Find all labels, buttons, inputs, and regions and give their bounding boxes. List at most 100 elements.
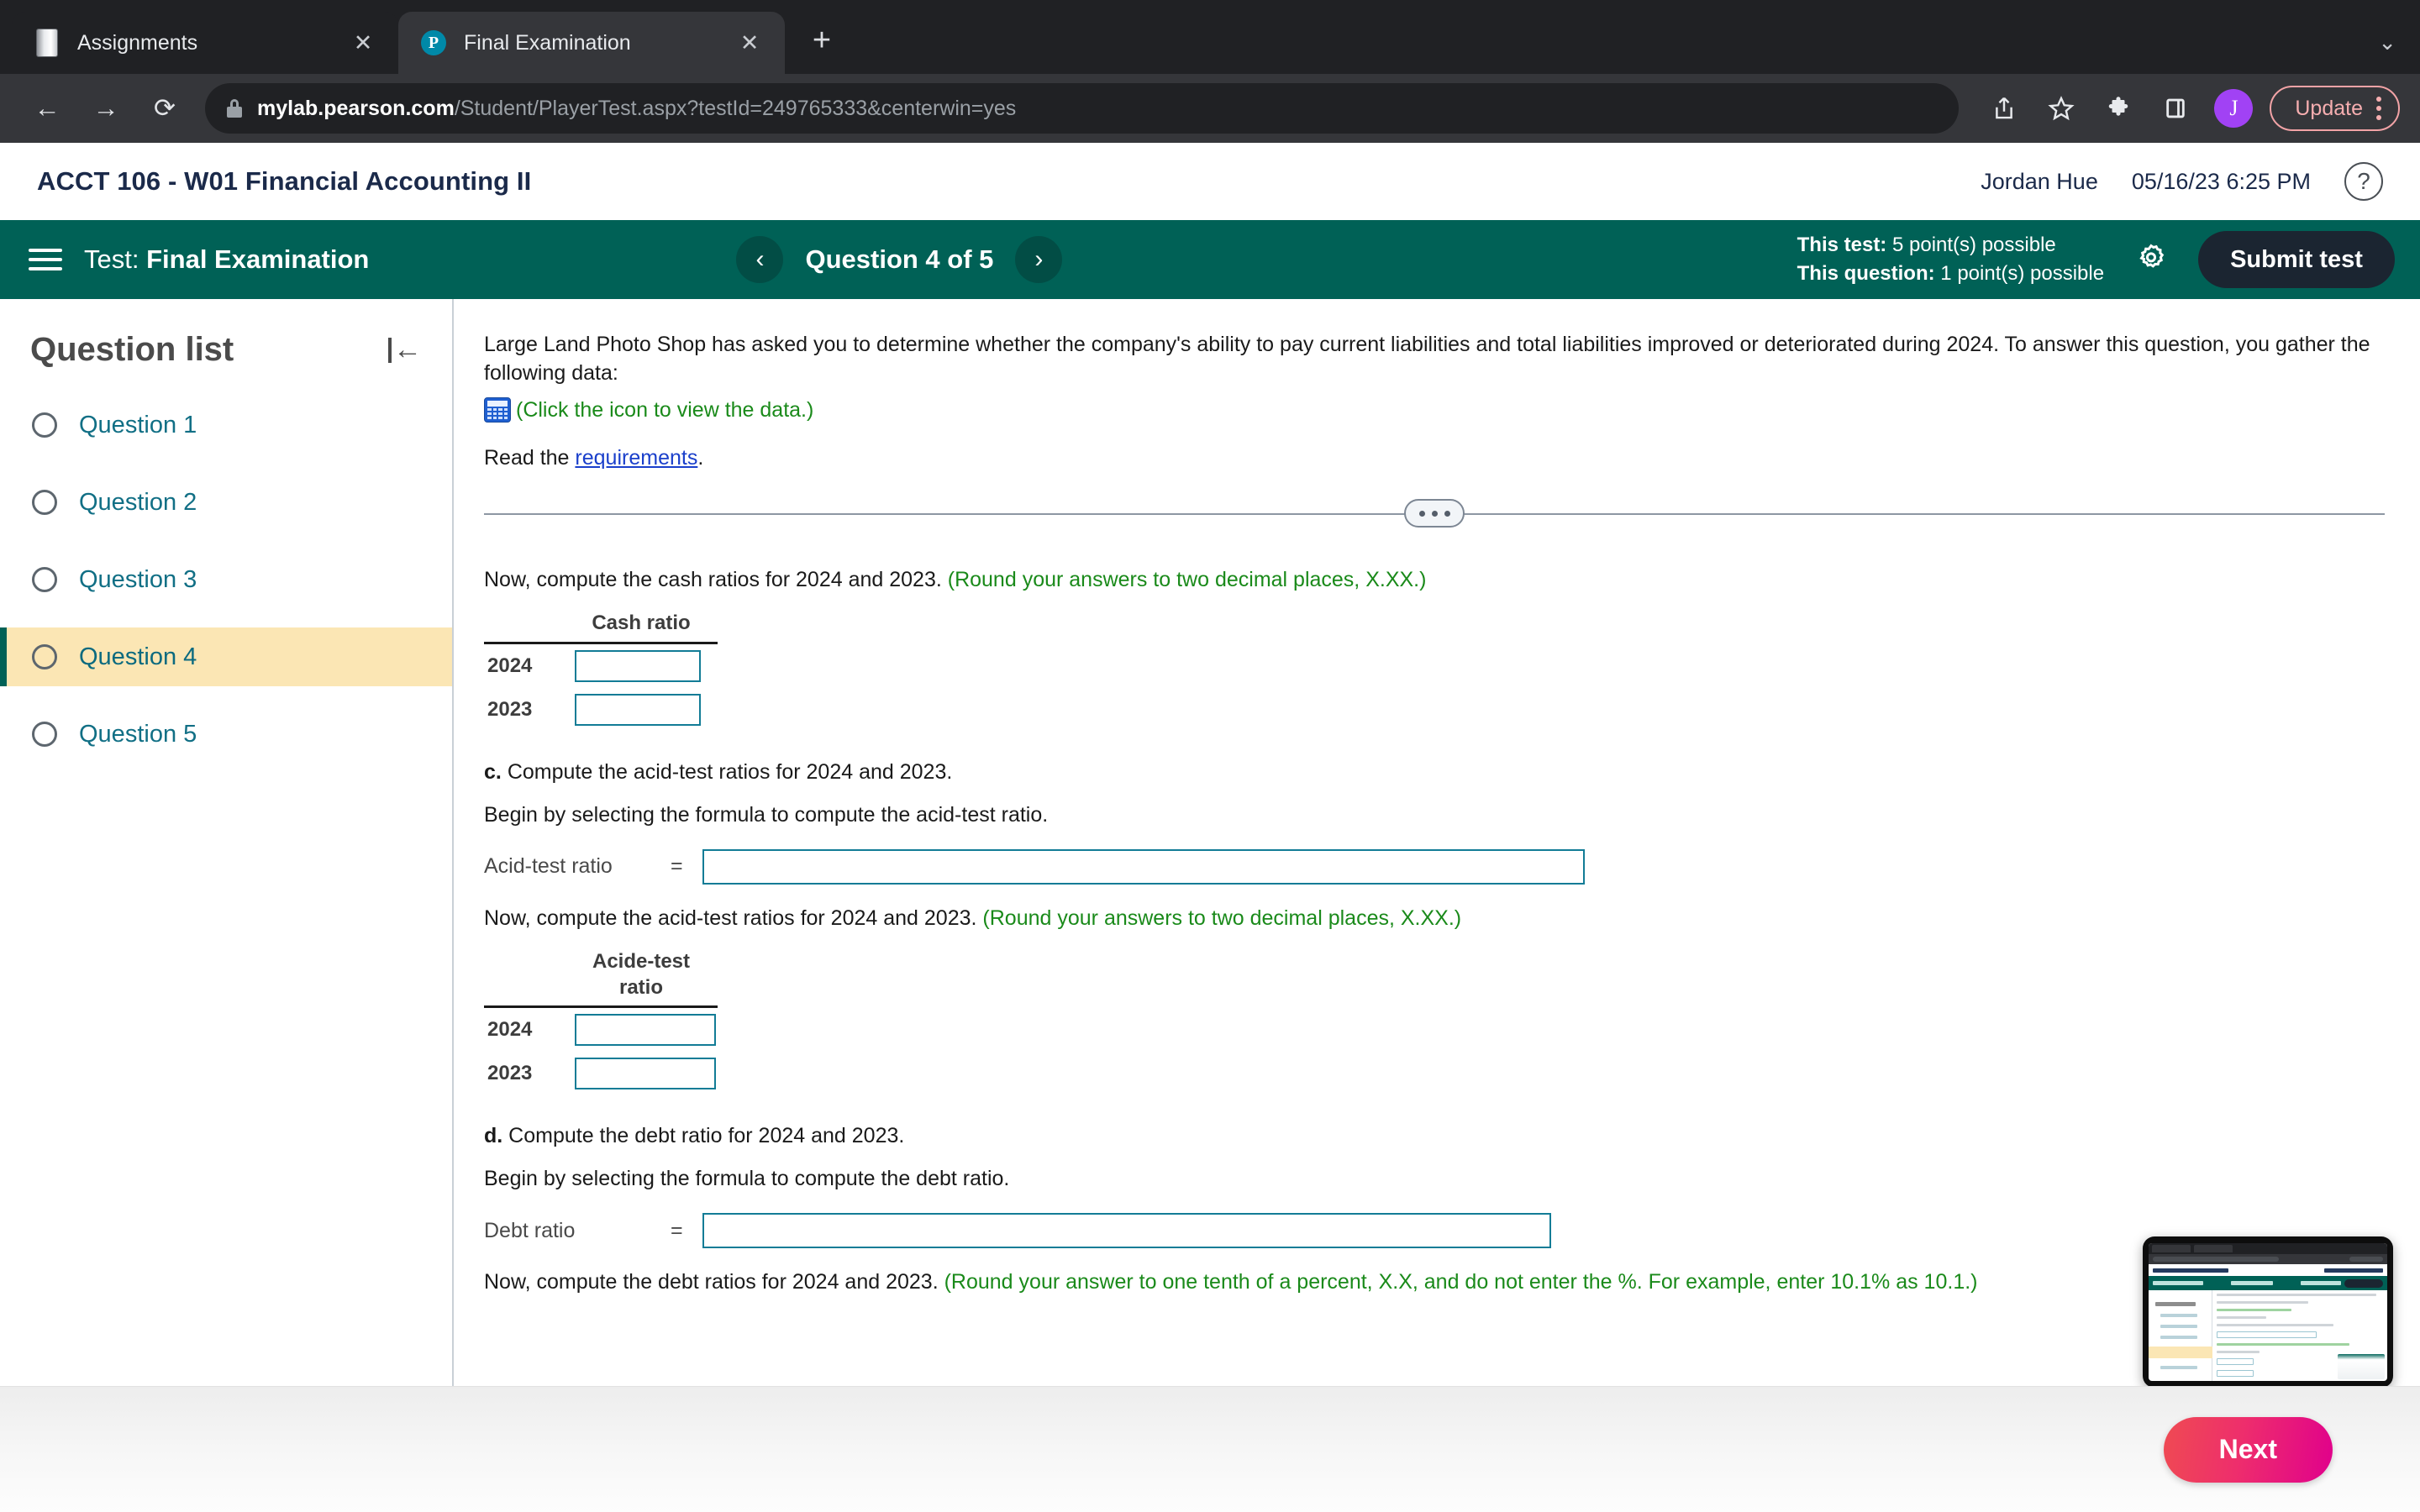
acid-test-2023-input[interactable]	[575, 1058, 716, 1090]
acid-test-column-header-line1: Acide-test	[592, 949, 691, 973]
bookmark-star-icon[interactable]	[2036, 83, 2086, 134]
reload-icon[interactable]: ⟳	[138, 81, 192, 135]
question-list-header: Question list ←	[0, 299, 452, 377]
question-list-panel: Question list ← Question 1 Question 2 Qu…	[0, 299, 454, 1386]
spreadsheet-data-icon[interactable]	[484, 397, 511, 423]
next-question-button[interactable]: ›	[1015, 236, 1063, 283]
part-c-letter: c.	[484, 759, 502, 784]
table-row: 2023	[484, 688, 2385, 732]
acid-test-ratio-table: Acide-test ratio 2024 2023	[484, 949, 2385, 1095]
part-d-prompt-text: Compute the debt ratio for 2024 and 2023…	[508, 1124, 905, 1148]
avatar[interactable]: J	[2214, 89, 2254, 128]
sidebar-item-question-3[interactable]: Question 3	[0, 550, 452, 609]
sidebar-item-question-2[interactable]: Question 2	[0, 473, 452, 532]
browser-tab-final-examination[interactable]: P Final Examination ✕	[398, 12, 785, 74]
acid-test-formula-input[interactable]	[702, 848, 1585, 885]
question-status-radio-icon	[32, 412, 57, 438]
debt-ratio-formula-input[interactable]	[702, 1213, 1551, 1249]
tab-title: Final Examination	[464, 30, 631, 55]
test-name: Final Examination	[146, 244, 370, 274]
requirements-link[interactable]: requirements	[575, 446, 697, 470]
cash-ratio-rounding-note: (Round your answers to two decimal place…	[947, 568, 1427, 592]
preview-app-header	[2149, 1264, 2387, 1276]
acid-test-column-header-line2: ratio	[618, 975, 663, 999]
acid-test-formula-row: Acid-test ratio =	[484, 848, 2385, 885]
acid-test-rounding-note: (Round your answers to two decimal place…	[982, 906, 1462, 930]
cash-ratio-block: Now, compute the cash ratios for 2024 an…	[484, 568, 2385, 732]
question-counter: Question 4 of 5	[805, 244, 994, 274]
sidebar-item-question-1[interactable]: Question 1	[0, 396, 452, 454]
sidebar-item-label: Question 2	[79, 488, 197, 516]
acid-test-2024-input[interactable]	[575, 1014, 716, 1047]
update-button[interactable]: Update	[2270, 86, 2400, 131]
sidebar-item-question-5[interactable]: Question 5	[0, 705, 452, 764]
page-footer: Next	[0, 1386, 2420, 1512]
debt-ratio-rounding-note: (Round your answer to one tenth of a per…	[944, 1270, 1978, 1294]
submit-test-button[interactable]: Submit test	[2198, 231, 2395, 288]
course-title: ACCT 106 - W01 Financial Accounting II	[37, 166, 532, 196]
url-text: mylab.pearson.com/Student/PlayerTest.asp…	[257, 97, 1016, 121]
row-year-label: 2024	[487, 654, 533, 677]
acid-test-formula-label: Acid-test ratio	[484, 854, 613, 879]
url-host: mylab.pearson.com	[257, 96, 455, 120]
cash-ratio-prompt: Now, compute the cash ratios for 2024 an…	[484, 568, 2385, 592]
address-bar[interactable]: mylab.pearson.com/Student/PlayerTest.asp…	[205, 83, 1960, 134]
equals-sign: =	[671, 1218, 683, 1242]
read-requirements-line: Read the requirements.	[484, 446, 2385, 470]
section-divider	[484, 489, 2385, 539]
row-year-label: 2024	[487, 1018, 533, 1042]
points-summary: This test: 5 point(s) possible This ques…	[1797, 231, 2104, 288]
question-points-label: This question:	[1797, 262, 1935, 285]
part-d-formula-instruction: Begin by selecting the formula to comput…	[484, 1167, 1010, 1191]
close-icon[interactable]: ✕	[346, 26, 380, 60]
cash-ratio-2024-input[interactable]	[575, 649, 701, 682]
hamburger-icon[interactable]	[29, 249, 62, 270]
view-data-line[interactable]: (Click the icon to view the data.)	[484, 396, 2385, 425]
question-intro-text: Large Land Photo Shop has asked you to d…	[484, 333, 2370, 385]
collapse-left-icon[interactable]: ←	[388, 333, 422, 366]
help-icon[interactable]: ?	[2344, 162, 2383, 201]
browser-tabstrip: Assignments ✕ P Final Examination ✕ + ⌄	[0, 0, 2420, 74]
sidebar-item-question-4[interactable]: Question 4	[0, 627, 452, 686]
part-d-block: d. Compute the debt ratio for 2024 and 2…	[484, 1124, 2385, 1294]
chevron-down-icon[interactable]: ⌄	[2378, 29, 2420, 74]
sidebar-item-label: Question 4	[79, 643, 197, 670]
table-row: 2023	[484, 1052, 2385, 1095]
close-icon[interactable]: ✕	[733, 26, 766, 60]
question-points-value: 1 point(s) possible	[1940, 262, 2105, 285]
row-year-label: 2023	[487, 697, 533, 721]
app-header-right: Jordan Hue 05/16/23 6:25 PM ?	[1981, 162, 2383, 201]
preview-thumbnail-badge	[2338, 1354, 2385, 1379]
screen-share-preview[interactable]	[2143, 1236, 2393, 1388]
preview-active-item	[2149, 1347, 2212, 1358]
browser-tab-assignments[interactable]: Assignments ✕	[12, 12, 398, 74]
cash-ratio-2023-input[interactable]	[575, 693, 701, 726]
share-icon[interactable]	[1979, 83, 2029, 134]
user-name: Jordan Hue	[1981, 168, 2098, 194]
question-content: Large Land Photo Shop has asked you to d…	[454, 299, 2420, 1386]
previous-question-button[interactable]: ‹	[736, 236, 784, 283]
browser-window: Assignments ✕ P Final Examination ✕ + ⌄ …	[0, 0, 2420, 1512]
forward-icon[interactable]: →	[79, 81, 133, 135]
extensions-puzzle-icon[interactable]	[2093, 83, 2144, 134]
gear-icon[interactable]	[2119, 242, 2183, 277]
screen-share-preview-content	[2149, 1243, 2387, 1381]
page-content: ACCT 106 - W01 Financial Accounting II J…	[0, 143, 2420, 1512]
browser-toolbar: ← → ⟳ mylab.pearson.com/Student/PlayerTe…	[0, 74, 2420, 143]
question-points: This question: 1 point(s) possible	[1797, 260, 2104, 288]
sidebar-panel-icon[interactable]	[2150, 83, 2201, 134]
lock-icon	[227, 99, 242, 118]
next-button[interactable]: Next	[2163, 1416, 2333, 1483]
kebab-menu-icon[interactable]	[2376, 97, 2381, 120]
debt-ratio-formula-row: Debt ratio =	[484, 1213, 2385, 1249]
update-label: Update	[2295, 96, 2363, 120]
new-tab-button[interactable]: +	[798, 18, 845, 66]
sidebar-item-label: Question 5	[79, 720, 197, 748]
equals-sign: =	[671, 854, 683, 879]
question-status-radio-icon	[32, 722, 57, 747]
current-datetime: 05/16/23 6:25 PM	[2131, 168, 2311, 194]
expand-dots-icon[interactable]	[1404, 499, 1465, 528]
part-d-letter: d.	[484, 1124, 503, 1148]
app-header: ACCT 106 - W01 Financial Accounting II J…	[0, 143, 2420, 220]
back-icon[interactable]: ←	[20, 81, 74, 135]
